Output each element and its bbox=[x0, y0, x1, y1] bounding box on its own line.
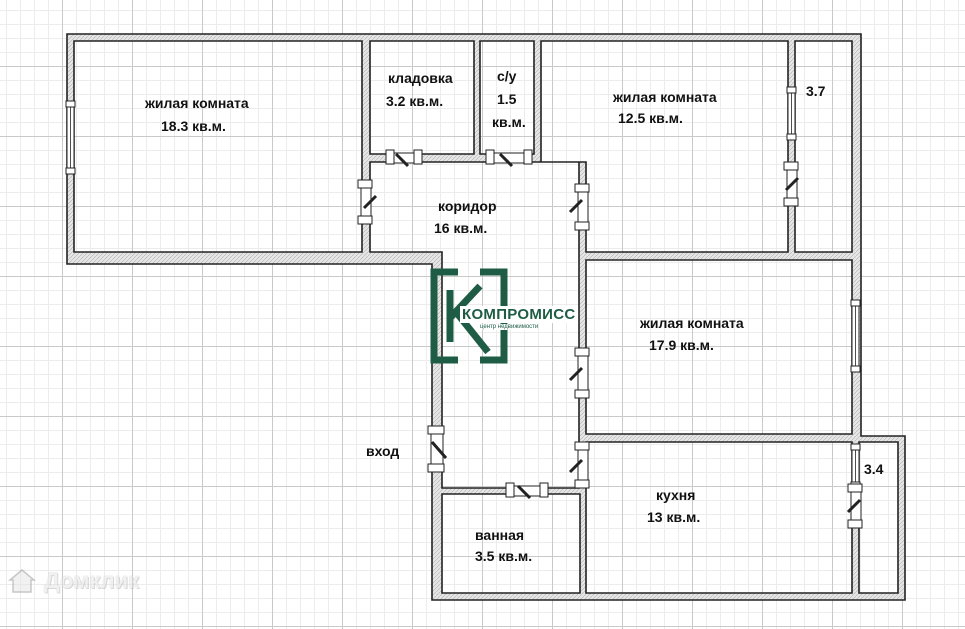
door-entrance[interactable] bbox=[427, 425, 448, 473]
floor-plan-canvas: жилая комната 18.3 кв.м. кладовка 3.2 кв… bbox=[0, 0, 965, 629]
watermark-text: Домклик bbox=[44, 568, 140, 593]
living-room-2-name: жилая комната bbox=[613, 89, 717, 105]
living-room-1-name: жилая комната bbox=[145, 95, 249, 111]
corridor-name: коридор bbox=[438, 198, 497, 214]
door-wc bbox=[485, 149, 533, 168]
door-living-3 bbox=[568, 347, 590, 399]
living-room-3-area: 17.9 кв.м. bbox=[649, 337, 714, 353]
wc-area-number: 1.5 bbox=[497, 91, 517, 107]
kitchen-area: 13 кв.м. bbox=[647, 509, 701, 525]
living-room-1-area: 18.3 кв.м. bbox=[161, 118, 226, 134]
bathroom-area: 3.5 кв.м. bbox=[475, 548, 533, 564]
logo-tagline: центр недвижимости bbox=[480, 324, 539, 330]
door-balcony-bottom bbox=[846, 483, 863, 529]
entrance-label: вход bbox=[366, 443, 400, 459]
window-left bbox=[65, 100, 76, 175]
door-living-1 bbox=[357, 179, 378, 225]
window-bedroom-2 bbox=[786, 86, 797, 141]
kompromiss-logo: КОМПРОМИСС центр недвижимости bbox=[430, 268, 578, 364]
door-balcony-top bbox=[783, 161, 800, 207]
logo-name: КОМПРОМИСС bbox=[460, 306, 578, 323]
wc-name: с/у bbox=[497, 68, 517, 84]
storage-area: 3.2 кв.м. bbox=[386, 93, 444, 109]
domclick-watermark: Домклик bbox=[8, 568, 139, 594]
door-kitchen bbox=[568, 441, 590, 489]
corridor-area: 16 кв.м. bbox=[434, 220, 488, 236]
bathroom-name: ванная bbox=[475, 527, 525, 543]
door-living-2 bbox=[568, 183, 590, 231]
window-bedroom-3 bbox=[850, 299, 861, 373]
living-room-3-name: жилая комната bbox=[640, 315, 744, 331]
wc-area-unit: кв.м. bbox=[492, 114, 526, 130]
window-kitchen bbox=[850, 443, 861, 489]
balcony-bottom-area: 3.4 bbox=[864, 461, 884, 477]
door-storage bbox=[385, 149, 423, 168]
balcony-top-area: 3.7 bbox=[806, 83, 826, 99]
house-icon bbox=[8, 569, 36, 593]
kitchen-name: кухня bbox=[656, 487, 696, 503]
storage-name: кладовка bbox=[388, 70, 453, 86]
door-bathroom bbox=[505, 482, 549, 500]
living-room-2-area: 12.5 кв.м. bbox=[618, 110, 683, 126]
